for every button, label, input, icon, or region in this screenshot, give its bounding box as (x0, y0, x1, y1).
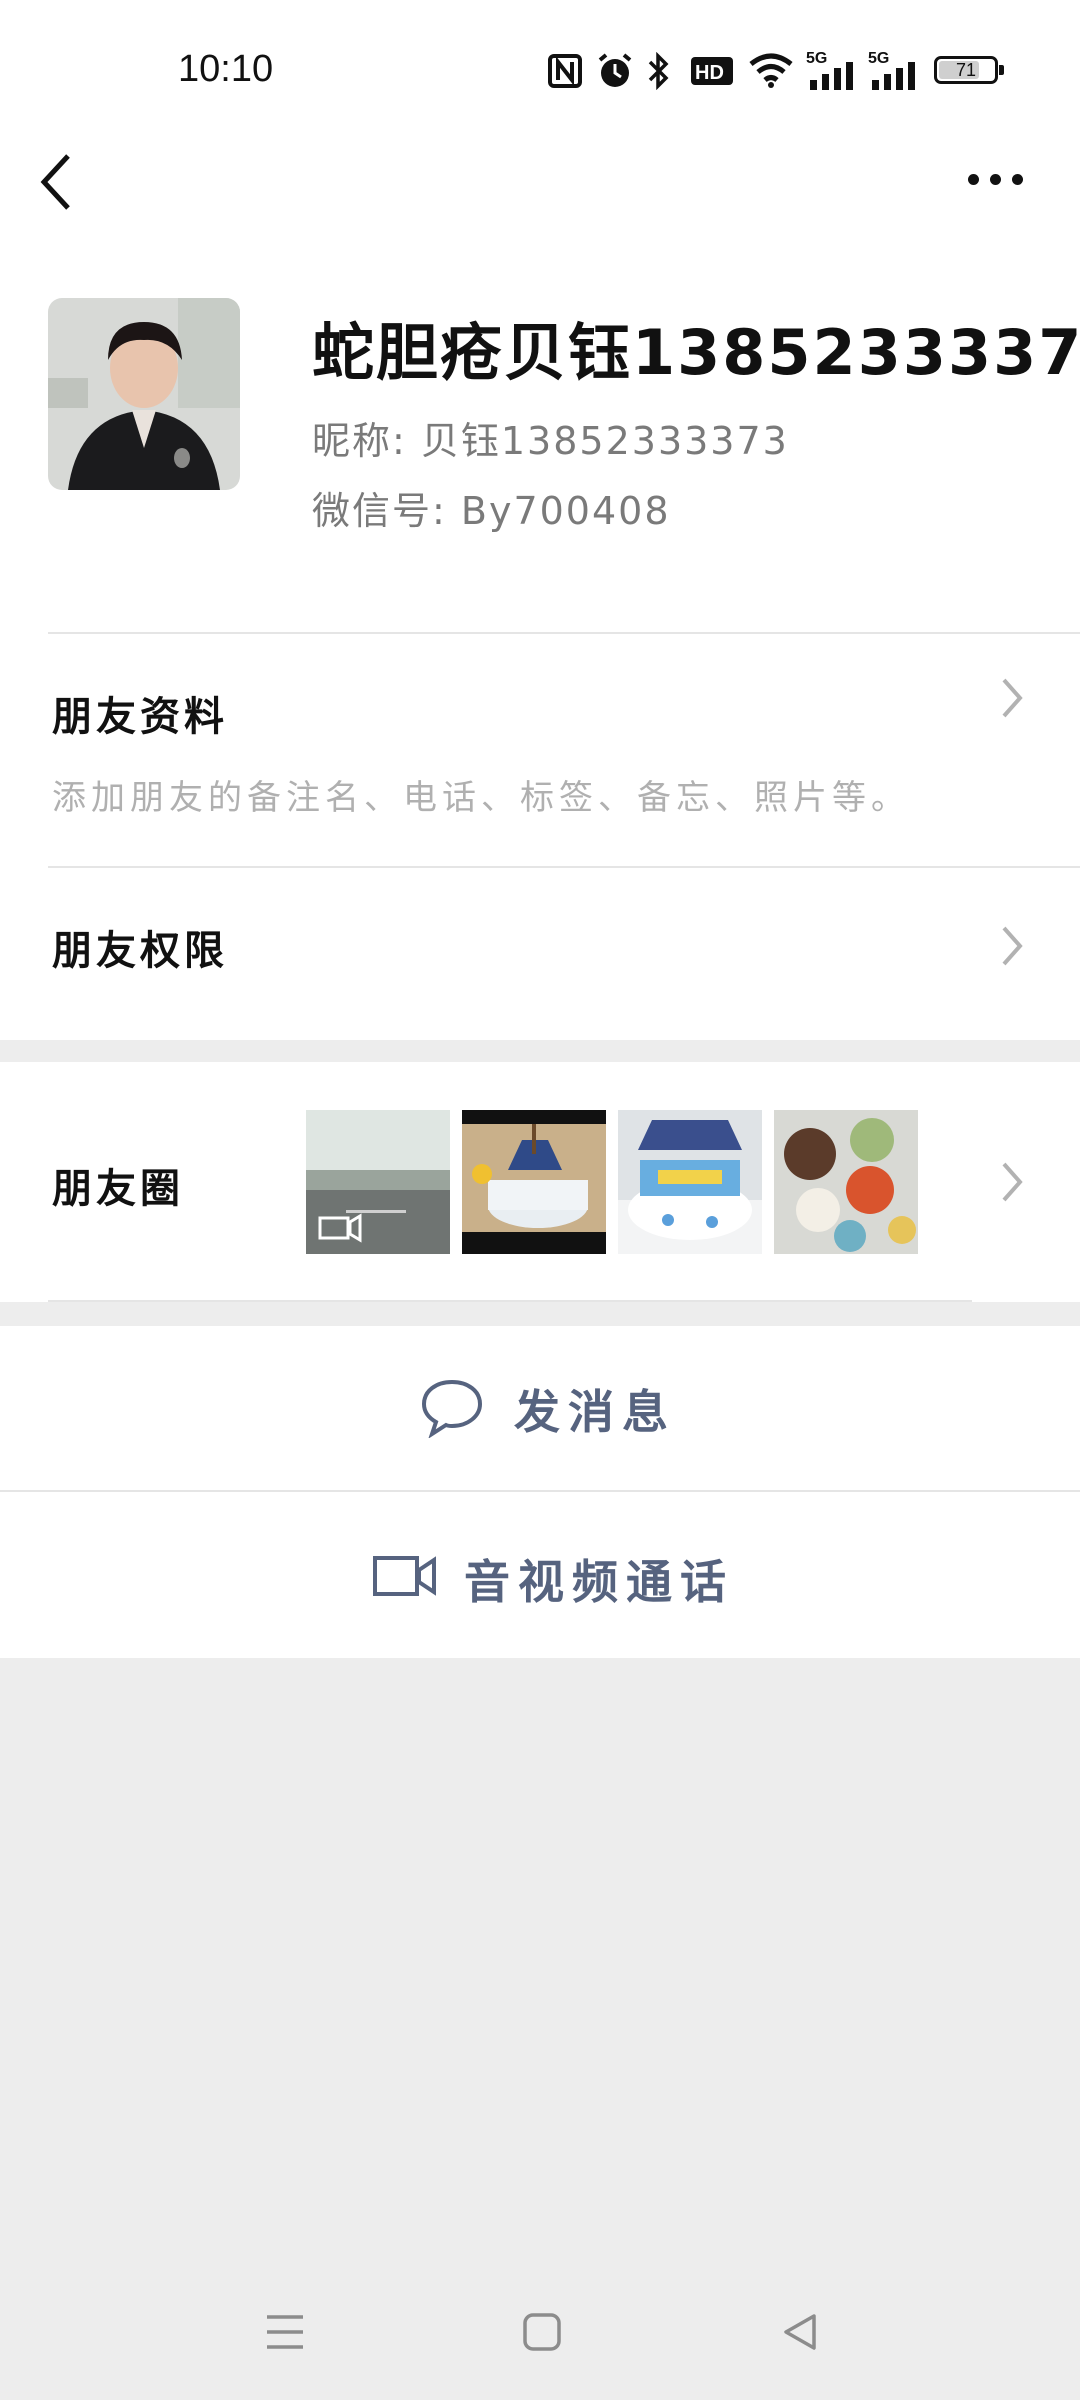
chat-bubble-icon (421, 1379, 483, 1438)
avatar[interactable] (48, 298, 240, 490)
status-bar: 10:10 HD 5G 5G 71 (0, 0, 1080, 140)
menu-icon[interactable] (264, 2312, 306, 2352)
chevron-right-icon (1002, 926, 1023, 966)
send-message-button[interactable]: 发消息 (0, 1326, 1080, 1490)
more-dots-icon[interactable] (968, 174, 1024, 186)
moments-thumbnail[interactable] (618, 1110, 762, 1254)
svg-text:HD: HD (695, 62, 724, 84)
battery-level: 71 (955, 60, 977, 80)
friend-permissions-title: 朋友权限 (52, 928, 228, 974)
alarm-icon (598, 53, 632, 87)
signal-5g-icon-2: 5G (868, 50, 918, 90)
signal-5g-icon: 5G (806, 50, 856, 90)
nav-bar (0, 140, 1080, 280)
nfc-icon (548, 54, 582, 88)
profile-section: 蛇胆疮贝钰13852333373 昵称: 贝钰13852333373 微信号: … (0, 280, 1080, 1040)
moments-thumbnail[interactable] (462, 1110, 606, 1254)
status-time: 10:10 (178, 48, 274, 90)
friend-info-desc: 添加朋友的备注名、电话、标签、备忘、照片等。 (52, 778, 910, 818)
home-icon[interactable] (522, 2312, 562, 2352)
moments-thumbnail[interactable] (774, 1110, 918, 1254)
back-triangle-icon[interactable] (780, 2312, 820, 2352)
moments-title: 朋友圈 (52, 1166, 184, 1212)
bluetooth-icon (648, 52, 669, 90)
battery-icon: 71 (934, 56, 1004, 84)
chevron-right-icon (1002, 678, 1023, 718)
wifi-icon (749, 53, 793, 88)
chevron-left-icon[interactable] (36, 150, 76, 214)
display-name: 蛇胆疮贝钰13852333373 (312, 316, 1080, 389)
moments-thumbnail-video[interactable] (306, 1110, 450, 1254)
send-message-label: 发消息 (514, 1385, 676, 1439)
system-nav-bar (0, 2270, 1080, 2400)
friend-info-row[interactable]: 朋友资料 添加朋友的备注名、电话、标签、备忘、照片等。 (0, 634, 1080, 866)
wechat-id: 微信号: By700408 (312, 489, 671, 533)
av-call-label: 音视频通话 (464, 1555, 734, 1609)
hd-icon: HD (691, 57, 733, 85)
divider (48, 1300, 972, 1302)
friend-info-title: 朋友资料 (52, 694, 228, 740)
friend-permissions-row[interactable]: 朋友权限 (0, 868, 1080, 1040)
video-camera-icon (373, 1556, 436, 1596)
chevron-right-icon (1002, 1162, 1023, 1202)
moments-row[interactable]: 朋友圈 (0, 1062, 1080, 1302)
nickname: 昵称: 贝钰13852333373 (312, 419, 789, 463)
av-call-button[interactable]: 音视频通话 (0, 1492, 1080, 1658)
